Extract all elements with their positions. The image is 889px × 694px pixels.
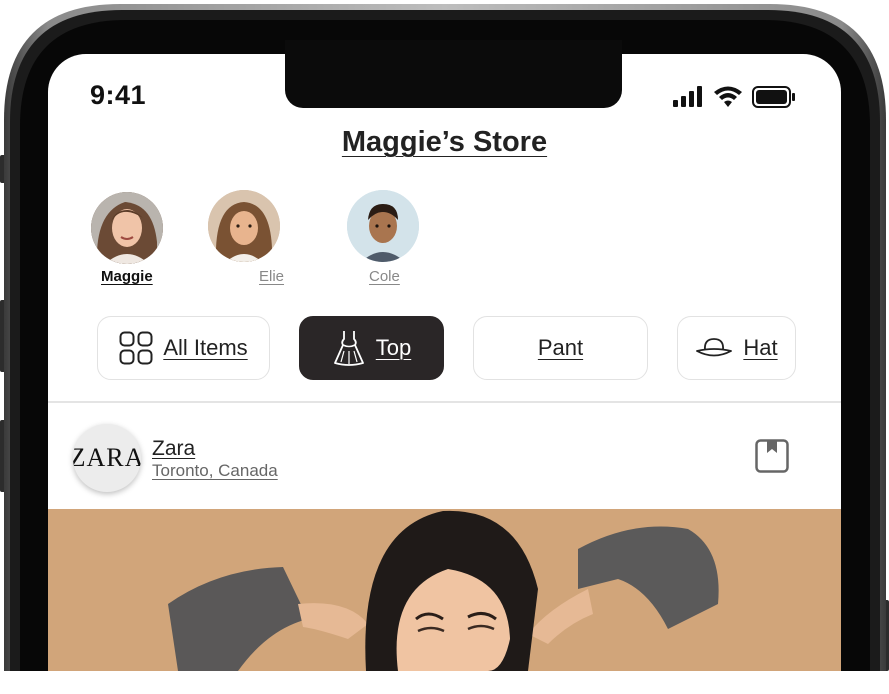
section-divider	[48, 401, 841, 403]
profile-label-maggie[interactable]: Maggie	[101, 268, 153, 285]
category-label-all-items: All Items	[163, 335, 248, 360]
model-image	[48, 509, 841, 671]
post-photo	[48, 509, 841, 671]
battery-icon	[752, 86, 795, 108]
elie-photo	[208, 190, 280, 262]
dress-icon	[333, 331, 364, 366]
category-label-pant: Pant	[537, 335, 584, 360]
category-top[interactable]: Top	[299, 316, 444, 380]
store-logo[interactable]: ZARA	[73, 424, 141, 492]
maggie-photo	[91, 192, 163, 264]
wifi-icon	[714, 86, 742, 107]
avatar-elie[interactable]	[208, 190, 280, 262]
grid-icon	[119, 331, 153, 365]
category-label-hat: Hat	[743, 335, 778, 360]
profile-label-cole[interactable]: Cole	[369, 268, 400, 285]
status-time: 9:41	[90, 80, 147, 110]
avatar-cole[interactable]	[347, 190, 419, 262]
signal-icon	[673, 86, 702, 107]
page-title: Maggie’s Store	[341, 126, 548, 158]
category-all-items[interactable]: All Items	[97, 316, 270, 380]
hat-icon	[696, 338, 733, 357]
cole-photo	[347, 190, 419, 262]
category-hat[interactable]: Hat	[677, 316, 796, 380]
profile-label-elie[interactable]: Elie	[259, 268, 284, 285]
notch	[285, 40, 622, 108]
store-name[interactable]: Zara	[152, 437, 195, 461]
category-label-top: Top	[375, 335, 412, 360]
bookmark-icon[interactable]	[755, 439, 789, 473]
category-pant[interactable]: Pant	[473, 316, 648, 380]
store-location: Toronto, Canada	[152, 461, 278, 480]
store-logo-text: ZARA	[73, 443, 141, 472]
avatar-maggie[interactable]	[91, 192, 163, 264]
